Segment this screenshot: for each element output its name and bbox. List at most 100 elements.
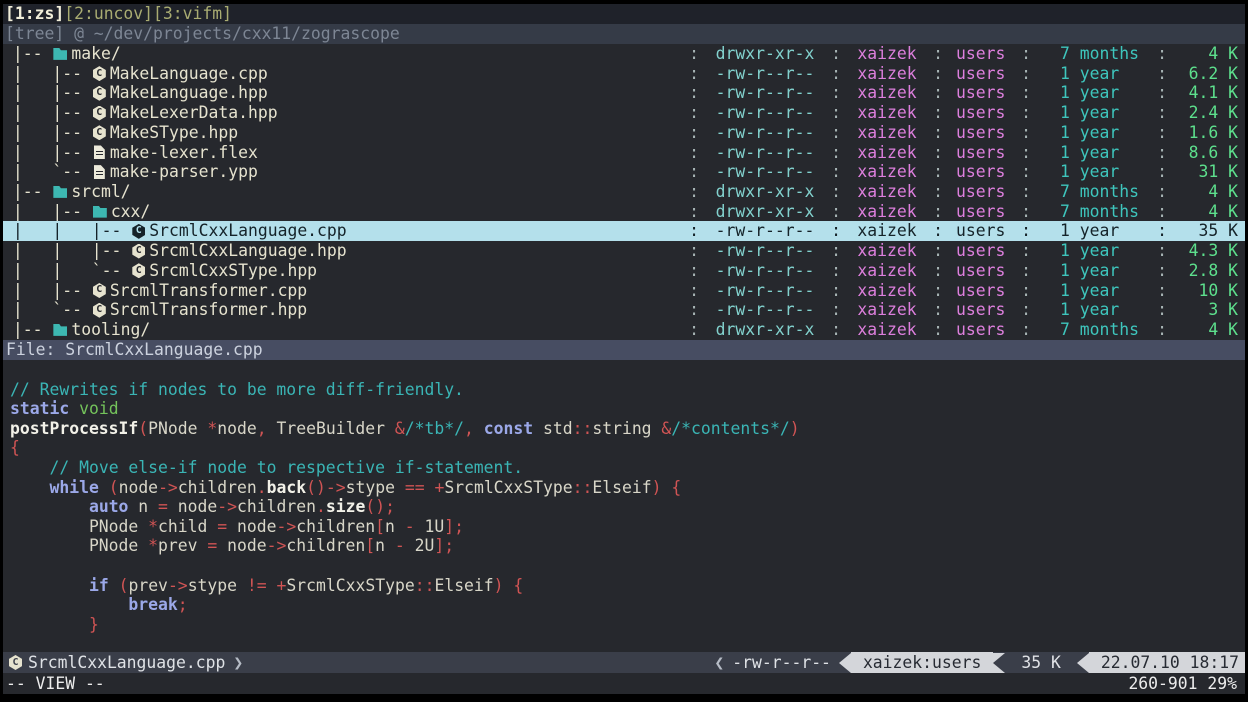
file-size: 2.8 K (1174, 261, 1245, 281)
code-token: node (119, 478, 158, 497)
code-token: // Rewrites if nodes to be more diff-fri… (10, 380, 464, 399)
file-modified: 1 year (1038, 221, 1150, 241)
column-separator: : (1150, 241, 1174, 261)
code-token: ; (178, 595, 188, 614)
code-line: while (node->children.back()->stype == +… (10, 478, 1245, 498)
file-group: users (950, 103, 1014, 123)
vifm-terminal: [1:zs][2:uncov][3:vifm] [tree] @ ~/dev/p… (3, 4, 1245, 694)
file-modified: 7 months (1038, 44, 1150, 64)
column-separator: : (1150, 202, 1174, 222)
tree-prefix: | |-- (3, 123, 92, 143)
code-line: break; (10, 595, 1245, 615)
file-row[interactable]: | | `-- CSrcmlCxxSType.hpp:-rw-r--r--:xa… (3, 261, 1245, 281)
column-separator: : (682, 182, 706, 202)
file-permissions: drwxr-xr-x (706, 320, 824, 340)
code-token: children (178, 478, 257, 497)
file-permissions: -rw-r--r-- (706, 143, 824, 163)
code-token: -> (276, 517, 296, 536)
file-modified: 7 months (1038, 202, 1150, 222)
file-modified: 1 year (1038, 143, 1150, 163)
folder-icon (53, 324, 67, 336)
file-row[interactable]: | |-- CMakeLanguage.hpp:-rw-r--r--:xaize… (3, 83, 1245, 103)
tmux-window-1[interactable]: [1:zs] (5, 4, 64, 23)
file-row[interactable]: |-- srcml/:drwxr-xr-x:xaizek:users:7 mon… (3, 182, 1245, 202)
file-name: make-parser.ypp (110, 162, 258, 182)
preview-header: File: SrcmlCxxLanguage.cpp (3, 340, 1245, 360)
file-size: 4.1 K (1174, 83, 1245, 103)
code-token: - (405, 517, 415, 536)
tmux-window-3[interactable]: [3:vifm] (153, 4, 232, 23)
code-line: // Rewrites if nodes to be more diff-fri… (10, 380, 1245, 400)
file-row[interactable]: |-- make/:drwxr-xr-x:xaizek:users:7 mont… (3, 44, 1245, 64)
file-owner: xaizek (848, 300, 926, 320)
code-token: & (395, 419, 405, 438)
file-row[interactable]: | | |-- CSrcmlCxxLanguage.hpp: -rw-r--r--… (3, 241, 1245, 261)
code-token (474, 419, 484, 438)
code-token: std (533, 419, 572, 438)
file-size: 1.6 K (1174, 123, 1245, 143)
code-token: } (89, 615, 99, 634)
tree-prefix: | |-- (3, 202, 92, 222)
column-separator: : (682, 103, 706, 123)
code-token: { (671, 478, 681, 497)
code-line: { (10, 438, 1245, 458)
column-separator: : (824, 261, 848, 281)
file-owner: xaizek (848, 103, 926, 123)
file-owner: xaizek (848, 123, 926, 143)
mode-line: -- VIEW -- 260-901 29% (3, 673, 1245, 694)
file-size: 4 K (1174, 182, 1245, 202)
file-row[interactable]: | |-- CMakeSType.hpp:-rw-r--r--:xaizek:u… (3, 123, 1245, 143)
file-group: users (950, 241, 1014, 261)
tree-prefix: | `-- (3, 162, 92, 182)
code-token (10, 576, 89, 595)
file-row[interactable]: | |-- CMakeLexerData.hpp:-rw-r--r--:xaiz… (3, 103, 1245, 123)
file-owner: xaizek (848, 202, 926, 222)
tmux-window-2[interactable]: [2:uncov] (64, 4, 153, 23)
column-separator: : (824, 64, 848, 84)
code-token: ( (138, 419, 148, 438)
file-owner: xaizek (848, 320, 926, 340)
code-token: node (227, 517, 276, 536)
file-row[interactable]: | |-- CSrcmlTransformer.cpp:-rw-r--r--:x… (3, 281, 1245, 301)
file-name: SrcmlCxxLanguage.cpp (149, 221, 346, 241)
file-group: users (950, 123, 1014, 143)
code-token: node (217, 536, 266, 555)
folder-icon (53, 48, 67, 60)
column-separator: : (1014, 202, 1038, 222)
code-token: auto (89, 497, 128, 516)
file-row[interactable]: | |-- cxx/:drwxr-xr-x:xaizek:users:7 mon… (3, 202, 1245, 222)
file-row[interactable]: |-- tooling/:drwxr-xr-x:xaizek:users:7 m… (3, 320, 1245, 340)
code-token (661, 478, 671, 497)
status-owner-group: xaizek:users (851, 652, 993, 673)
file-row[interactable]: | `-- CSrcmlTransformer.hpp:-rw-r--r--:x… (3, 300, 1245, 320)
code-token: postProcessIf (10, 419, 138, 438)
column-separator: : (926, 123, 950, 143)
code-token: :: (573, 478, 593, 497)
file-row-left: | | |-- CSrcmlCxxLanguage.hpp (3, 241, 682, 261)
file-row[interactable]: | `-- make-parser.ypp:-rw-r--r--:xaizek:… (3, 162, 1245, 182)
file-group: users (950, 44, 1014, 64)
file-row[interactable]: | | |-- CSrcmlCxxLanguage.cpp:-rw-r--r--… (3, 221, 1245, 241)
file-row-left: |-- make/ (3, 44, 682, 64)
file-row-left: | |-- CMakeSType.hpp (3, 123, 682, 143)
column-separator: : (682, 320, 706, 340)
column-separator: : (1014, 123, 1038, 143)
column-separator: : (1014, 182, 1038, 202)
code-token: SrcmlCxxSType (444, 478, 572, 497)
file-row-left: | `-- CSrcmlTransformer.hpp (3, 300, 682, 320)
file-list: |-- make/:drwxr-xr-x:xaizek:users:7 mont… (3, 44, 1245, 340)
file-row[interactable]: | |-- make-lexer.flex:-rw-r--r--:xaizek:… (3, 143, 1245, 163)
code-token: children (286, 536, 365, 555)
code-token: back (267, 478, 306, 497)
file-permissions: -rw-r--r-- (706, 241, 824, 261)
code-token: ( (109, 478, 119, 497)
code-line: auto n = node->children.size(); (10, 497, 1245, 517)
file-modified: 7 months (1038, 182, 1150, 202)
column-separator: : (1014, 261, 1038, 281)
code-token: + (277, 576, 287, 595)
file-row[interactable]: | |-- CMakeLanguage.cpp:-rw-r--r--:xaize… (3, 64, 1245, 84)
file-name: SrcmlCxxLanguage.hpp (149, 241, 346, 261)
file-owner: xaizek (848, 162, 926, 182)
column-separator: : (1150, 143, 1174, 163)
tree-prefix: |-- (3, 182, 52, 202)
